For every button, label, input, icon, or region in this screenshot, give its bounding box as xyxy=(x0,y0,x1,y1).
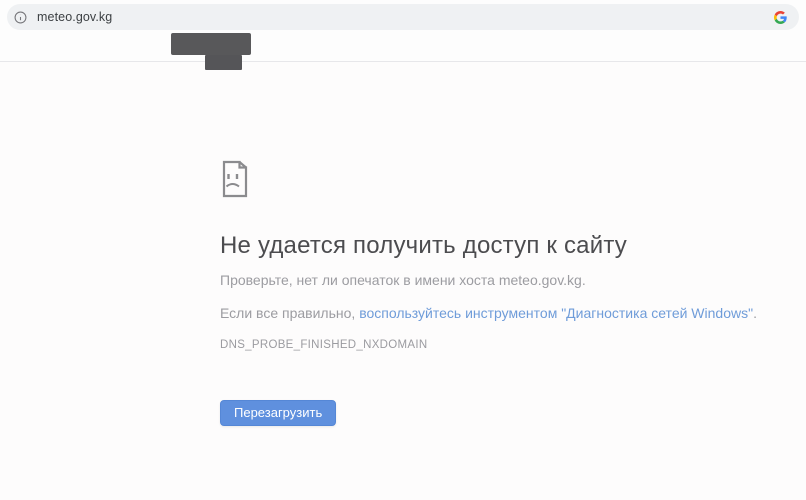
diagnostic-suffix: . xyxy=(753,305,757,321)
diagnostic-prefix: Если все правильно, xyxy=(220,305,359,321)
error-suggestion: Проверьте, нет ли опечаток в имени хоста… xyxy=(220,272,740,288)
address-bar[interactable]: meteo.gov.kg xyxy=(7,4,799,30)
render-artifact-block-small xyxy=(205,55,242,70)
sad-page-icon xyxy=(220,159,250,204)
diagnostics-link[interactable]: воспользуйтесь инструментом "Диагностика… xyxy=(359,305,753,321)
browser-toolbar: meteo.gov.kg xyxy=(0,0,806,62)
site-info-icon[interactable] xyxy=(14,11,27,24)
error-code: DNS_PROBE_FINISHED_NXDOMAIN xyxy=(220,339,740,351)
url-text[interactable]: meteo.gov.kg xyxy=(37,10,774,24)
error-title: Не удается получить доступ к сайту xyxy=(220,232,740,260)
reload-button[interactable]: Перезагрузить xyxy=(220,400,336,426)
google-g-icon[interactable] xyxy=(774,11,787,24)
render-artifact-block xyxy=(171,33,251,55)
error-diagnostic-line: Если все правильно, воспользуйтесь инстр… xyxy=(220,305,740,321)
